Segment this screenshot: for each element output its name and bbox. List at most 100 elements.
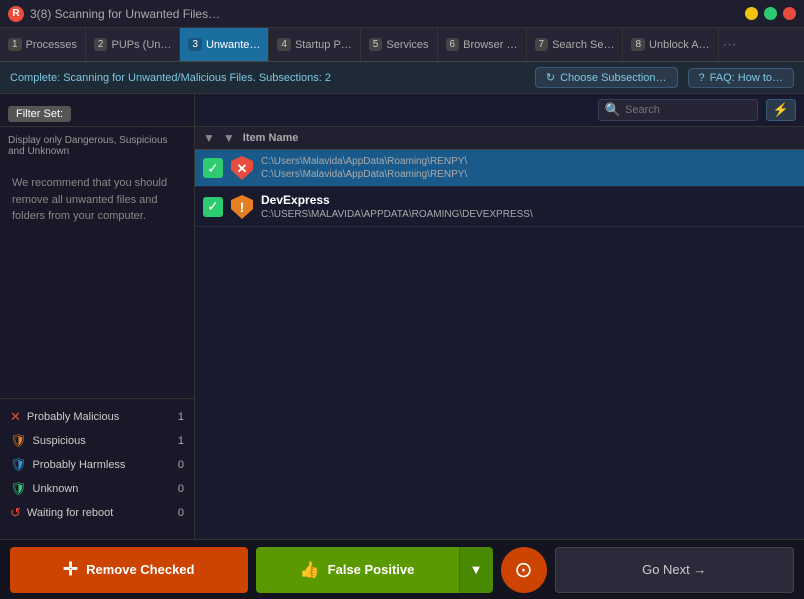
help-button[interactable]: ⊙ [501, 547, 547, 593]
svg-text:✕: ✕ [237, 161, 248, 176]
shield-red-svg: ✕ [231, 156, 253, 180]
sort-down-icon[interactable]: ▼ [203, 131, 215, 145]
choose-subsection-icon: ↻ [546, 71, 555, 84]
legend-label-harmless: Probably Harmless [33, 459, 126, 471]
row-path-1b: C:\Users\Malavida\AppData\Roaming\RENPY\ [261, 169, 467, 180]
false-positive-dropdown-button[interactable]: ▼ [459, 547, 493, 593]
legend-count-suspicious: 1 [178, 435, 184, 447]
legend-count-reboot: 0 [178, 507, 184, 519]
tab-startup[interactable]: 4 Startup P… [269, 28, 360, 61]
tab-label-unwanted: Unwante… [206, 39, 260, 51]
tab-label-pups: PUPs (Un… [111, 39, 171, 51]
search-input[interactable] [625, 104, 745, 116]
tab-num-7: 7 [535, 38, 549, 51]
filter-value-text: Display only Dangerous, Suspicious and U… [0, 131, 194, 165]
faq-label: FAQ: How to… [710, 72, 783, 84]
tab-num-3: 3 [188, 38, 202, 51]
probably-harmless-icon: 🛡 [10, 457, 27, 473]
row-name-2: DevExpress [261, 193, 533, 207]
filter-set-label: Filter Set: [8, 106, 71, 122]
row-checkbox-1[interactable]: ✓ [203, 158, 223, 178]
sidebar-info-text: We recommend that you should remove all … [0, 165, 194, 398]
tab-processes[interactable]: 1 Processes [0, 28, 86, 61]
unknown-icon: 🛡 [10, 481, 27, 497]
row-item-text-1: C:\Users\Malavida\AppData\Roaming\RENPY\… [261, 156, 467, 180]
legend-count-harmless: 0 [178, 459, 184, 471]
waiting-reboot-icon: ↺ [10, 505, 21, 521]
main-layout: Filter Set: Display only Dangerous, Susp… [0, 94, 804, 539]
toolbar-row: 🔍 ⚡ [195, 94, 804, 127]
legend-item-unknown: 🛡 Unknown 0 [0, 477, 194, 501]
table-row[interactable]: ✓ ! DevExpress C:\USERS\MALAVIDA\APPDATA… [195, 187, 804, 227]
go-next-button[interactable]: Go Next → [555, 547, 795, 593]
legend-item-reboot: ↺ Waiting for reboot 0 [0, 501, 194, 525]
legend-section: ✕ Probably Malicious 1 🛡 Suspicious 1 🛡 … [0, 398, 194, 531]
tab-num-8: 8 [631, 38, 645, 51]
filter-row: Filter Set: [0, 102, 194, 127]
false-positive-label: False Positive [328, 562, 415, 577]
faq-button[interactable]: ? FAQ: How to… [688, 68, 794, 88]
tab-more-indicator: ⋯ [719, 36, 741, 53]
tab-num-2: 2 [94, 38, 108, 51]
legend-item-malicious: ✕ Probably Malicious 1 [0, 405, 194, 429]
checkmark-icon-1: ✓ [207, 160, 219, 177]
app-icon: R [8, 6, 24, 22]
tab-pups[interactable]: 2 PUPs (Un… [86, 28, 180, 61]
lightning-button[interactable]: ⚡ [766, 99, 796, 121]
probably-malicious-icon: ✕ [10, 409, 21, 425]
tab-num-4: 4 [277, 38, 291, 51]
choose-subsection-button[interactable]: ↻ Choose Subsection… [535, 67, 678, 88]
status-text: Complete: Scanning for Unwanted/Maliciou… [10, 72, 525, 84]
status-bar: Complete: Scanning for Unwanted/Maliciou… [0, 62, 804, 94]
legend-item-harmless: 🛡 Probably Harmless 0 [0, 453, 194, 477]
checkmark-icon-2: ✓ [207, 198, 219, 215]
sidebar: Filter Set: Display only Dangerous, Susp… [0, 94, 195, 539]
tab-label-startup: Startup P… [295, 39, 352, 51]
tab-label-browser: Browser … [463, 39, 517, 51]
search-icon: 🔍 [605, 102, 621, 118]
row-path-2a: C:\USERS\MALAVIDA\APPDATA\ROAMING\DEVEXP… [261, 209, 533, 220]
row-path-1a: C:\Users\Malavida\AppData\Roaming\RENPY\ [261, 156, 467, 167]
tab-label-services: Services [386, 39, 428, 51]
close-button[interactable] [783, 7, 796, 20]
search-box[interactable]: 🔍 [598, 99, 758, 121]
table-header: ▼ ▼ Item Name [195, 127, 804, 150]
tab-num-6: 6 [446, 38, 460, 51]
legend-label-unknown: Unknown [33, 483, 79, 495]
tab-browser[interactable]: 6 Browser … [438, 28, 527, 61]
sort-up-icon[interactable]: ▼ [223, 131, 235, 145]
row-checkbox-2[interactable]: ✓ [203, 197, 223, 217]
maximize-button[interactable] [764, 7, 777, 20]
false-positive-button[interactable]: 👍 False Positive [256, 547, 459, 593]
minimize-button[interactable] [745, 7, 758, 20]
threat-icon-red-1: ✕ [231, 157, 253, 179]
legend-label-suspicious: Suspicious [33, 435, 86, 447]
faq-icon: ? [699, 72, 705, 84]
window-controls [745, 7, 796, 20]
tab-unwanted[interactable]: 3 Unwante… [180, 28, 269, 61]
tab-search[interactable]: 7 Search Se… [527, 28, 624, 61]
suspicious-icon: 🛡 [10, 433, 27, 449]
table-row[interactable]: ✓ ✕ C:\Users\Malavida\AppData\Roaming\RE… [195, 150, 804, 187]
next-label: Go Next → [642, 562, 706, 577]
remove-checked-button[interactable]: ✛ Remove Checked [10, 547, 248, 593]
threat-icon-orange-2: ! [231, 196, 253, 218]
tab-services[interactable]: 5 Services [361, 28, 438, 61]
col-header-item-name: Item Name [243, 132, 299, 144]
row-item-text-2: DevExpress C:\USERS\MALAVIDA\APPDATA\ROA… [261, 193, 533, 220]
svg-text:!: ! [240, 199, 245, 215]
tab-label-search: Search Se… [552, 39, 614, 51]
false-positive-group: 👍 False Positive ▼ [256, 547, 493, 593]
tab-num-1: 1 [8, 38, 22, 51]
tab-label-processes: Processes [26, 39, 77, 51]
tab-unblock[interactable]: 8 Unblock A… [623, 28, 718, 61]
nav-tabs: 1 Processes 2 PUPs (Un… 3 Unwante… 4 Sta… [0, 28, 804, 62]
tab-label-unblock: Unblock A… [649, 39, 710, 51]
remove-icon: ✛ [63, 559, 78, 580]
choose-subsection-label: Choose Subsection… [560, 72, 666, 84]
title-bar-text: 3(8) Scanning for Unwanted Files… [30, 7, 745, 21]
legend-label-malicious: Probably Malicious [27, 411, 119, 423]
shield-orange-svg: ! [231, 195, 253, 219]
action-bar: ✛ Remove Checked 👍 False Positive ▼ ⊙ Go… [0, 539, 804, 599]
content-area: 🔍 ⚡ ▼ ▼ Item Name ✓ ✕ [195, 94, 804, 539]
